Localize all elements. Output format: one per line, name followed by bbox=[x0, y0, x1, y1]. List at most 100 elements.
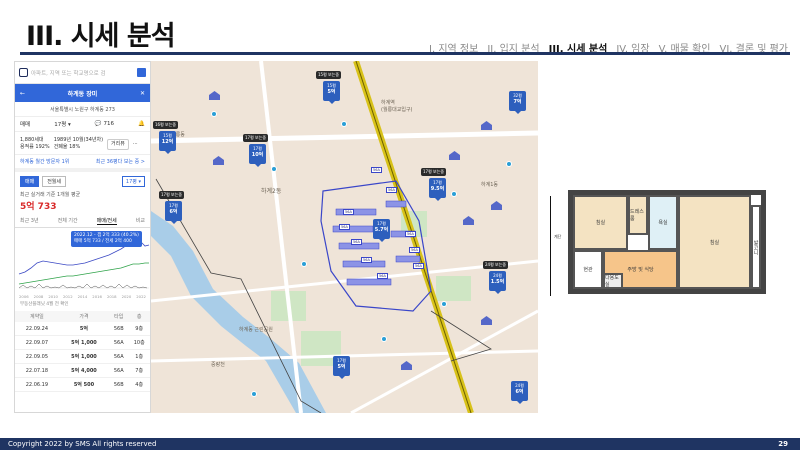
row-date: 22.09.05 bbox=[15, 349, 59, 364]
marker-tag: 16평 보는중 bbox=[153, 121, 179, 129]
building-label[interactable]: 56A bbox=[343, 209, 354, 215]
menu-icon[interactable] bbox=[137, 68, 146, 77]
poi-icon[interactable] bbox=[451, 191, 457, 197]
room-bathroom: 욕실 bbox=[648, 195, 678, 250]
table-row[interactable]: 22.09.07 5억 1,000 56A 10층 bbox=[15, 335, 150, 350]
x-tick: 2006 bbox=[19, 294, 29, 299]
bell-icon[interactable]: 🔔 bbox=[138, 121, 145, 127]
street-view-button[interactable]: 거리뷰 bbox=[107, 138, 129, 150]
poi-icon[interactable] bbox=[301, 261, 307, 267]
marker-sub: 15평 bbox=[327, 83, 336, 88]
x-tick: 2010 bbox=[48, 294, 58, 299]
area-label: 하계1동 bbox=[481, 182, 498, 188]
room-balcony: 발코니 bbox=[751, 205, 761, 289]
price-marker[interactable]: 15평 5억 bbox=[323, 81, 340, 104]
floor-area-ratio: 용적률 192% bbox=[20, 144, 50, 150]
building-label[interactable]: 56A bbox=[413, 263, 424, 269]
building-label[interactable]: 56A bbox=[405, 231, 416, 237]
poi-icon[interactable] bbox=[271, 166, 277, 172]
search-input[interactable]: 아파트, 지역 또는 학교명으로 검 bbox=[31, 69, 134, 77]
table-row[interactable]: 22.07.18 5억 4,000 56A 7층 bbox=[15, 363, 150, 378]
trade-type-tab[interactable]: 매매 bbox=[20, 120, 30, 128]
marker-tag: 15평 보는중 bbox=[316, 71, 342, 79]
row-floor: 10층 bbox=[128, 335, 150, 350]
floor-plan: 계단 침실 드레스룸 욕실 침실 주방 및 식당 다용도실 현관 발코니 bbox=[550, 190, 785, 296]
room-dressroom: 드레스룸 bbox=[628, 195, 648, 235]
notice-right: 최근 36평다 보는 중 > bbox=[95, 159, 145, 165]
app-logo-icon bbox=[19, 68, 28, 77]
chart-tabs: 최근 3년 전체 기간 매매/전세 비교 bbox=[15, 215, 150, 228]
price-marker[interactable]: 17평 5억 bbox=[333, 356, 350, 379]
col-type: 타입 bbox=[109, 311, 129, 322]
poi-icon[interactable] bbox=[211, 111, 217, 117]
price-marker[interactable]: 24평 6억 bbox=[511, 381, 528, 404]
tab-recent-3y[interactable]: 최근 3년 bbox=[20, 217, 39, 225]
title-rule bbox=[20, 52, 790, 55]
price-marker[interactable]: 15평 12억 bbox=[159, 131, 176, 154]
trade-filter-row: 매매 전월세 17평 ▾ bbox=[15, 172, 150, 189]
price-marker[interactable]: 17평 5.7억 bbox=[373, 219, 390, 242]
station-subname: (월릉대교입구) bbox=[381, 107, 413, 113]
table-row[interactable]: 22.06.19 5억 500 56B 4층 bbox=[15, 377, 150, 392]
price-marker[interactable]: 17평 9.5억 bbox=[429, 178, 446, 201]
col-price: 가격 bbox=[58, 311, 110, 322]
table-header-row: 계약일 가격 타입 층 bbox=[15, 311, 150, 322]
close-icon[interactable]: ✕ bbox=[140, 90, 145, 97]
poi-icon[interactable] bbox=[341, 121, 347, 127]
price-marker[interactable]: 24평 1.5억 bbox=[489, 271, 506, 294]
copyright-text: Copyright 2022 by SMS All rights reserve… bbox=[8, 440, 157, 448]
marker-value: 10억 bbox=[251, 152, 264, 158]
station-name: 하계역 bbox=[381, 100, 395, 106]
marker-sub: 15평 bbox=[163, 133, 172, 138]
building-coverage: 건폐율 18% bbox=[53, 144, 81, 150]
apartment-block bbox=[395, 255, 421, 263]
marker-value: 12억 bbox=[161, 139, 174, 145]
map-view[interactable]: 하계역 (월릉대교입구) 하계2동 하계동 근린공원 공릉동 중랑천 하계1동 … bbox=[151, 61, 538, 413]
building-label[interactable]: 56A bbox=[386, 187, 397, 193]
row-floor: 4층 bbox=[128, 377, 150, 392]
building-label[interactable]: 56A bbox=[409, 247, 420, 253]
poi-icon[interactable] bbox=[441, 301, 447, 307]
apartment-block bbox=[346, 278, 392, 286]
building-label[interactable]: 56A bbox=[339, 224, 350, 230]
x-tick: 2012 bbox=[62, 294, 73, 299]
tab-compare[interactable]: 비교 bbox=[136, 217, 145, 225]
col-date: 계약일 bbox=[15, 311, 59, 322]
price-chart[interactable]: 2022.12 - 갭 2억 333 (40.2%) 매매 5억 733 / 전… bbox=[15, 228, 150, 300]
chart-x-axis: 2006 2008 2010 2012 2014 2016 2018 2020 … bbox=[15, 294, 150, 299]
notice-bar[interactable]: 하계동 월간 방문자 1위 최근 36평다 보는 중 > bbox=[15, 154, 150, 172]
poi-icon[interactable] bbox=[251, 391, 257, 397]
trade-chip[interactable]: 매매 bbox=[20, 176, 40, 187]
rent-chip[interactable]: 전월세 bbox=[42, 176, 67, 187]
poi-icon[interactable] bbox=[506, 161, 512, 167]
size-tab[interactable]: 17평 ▾ bbox=[54, 120, 71, 128]
building-label[interactable]: 56A bbox=[351, 239, 362, 245]
back-icon[interactable]: ← bbox=[20, 90, 25, 97]
x-tick: 2018 bbox=[106, 294, 117, 299]
complex-address: 서울특별시 노원구 하계동 273 bbox=[50, 107, 115, 113]
building-label[interactable]: 56A bbox=[361, 257, 372, 263]
tab-trade-rent[interactable]: 매매/전세 bbox=[96, 217, 117, 225]
price-marker[interactable]: 17평 10억 bbox=[249, 144, 266, 167]
building-label[interactable]: 56A bbox=[377, 273, 388, 279]
search-bar[interactable]: 아파트, 지역 또는 학교명으로 검 bbox=[15, 62, 150, 84]
talk-tab[interactable]: 💬 716 bbox=[95, 121, 114, 127]
price-marker[interactable]: 32평 7억 bbox=[509, 91, 526, 114]
river-label: 중랑천 bbox=[211, 362, 225, 368]
apartment-block bbox=[335, 208, 377, 216]
row-price: 5억 1,000 bbox=[58, 349, 110, 364]
poi-icon[interactable] bbox=[381, 336, 387, 342]
room-bedroom-1: 침실 bbox=[573, 195, 628, 250]
table-row[interactable]: 22.09.05 5억 1,000 56A 1층 bbox=[15, 349, 150, 364]
station-label: 하계역 (월릉대교입구) bbox=[381, 99, 413, 113]
share-icon[interactable]: ⋯ bbox=[133, 141, 138, 148]
building-label[interactable]: 56A bbox=[371, 167, 382, 173]
table-row[interactable]: 22.09.24 5억 56B 9층 bbox=[15, 322, 150, 336]
row-floor: 1층 bbox=[128, 349, 150, 364]
tab-all-period[interactable]: 전체 기간 bbox=[58, 217, 78, 225]
size-select[interactable]: 17평 ▾ bbox=[121, 176, 145, 187]
x-tick: 2022 bbox=[136, 294, 146, 299]
marker-value: 5억 bbox=[337, 364, 346, 370]
road bbox=[151, 130, 538, 144]
price-marker[interactable]: 17평 6억 bbox=[165, 201, 182, 224]
